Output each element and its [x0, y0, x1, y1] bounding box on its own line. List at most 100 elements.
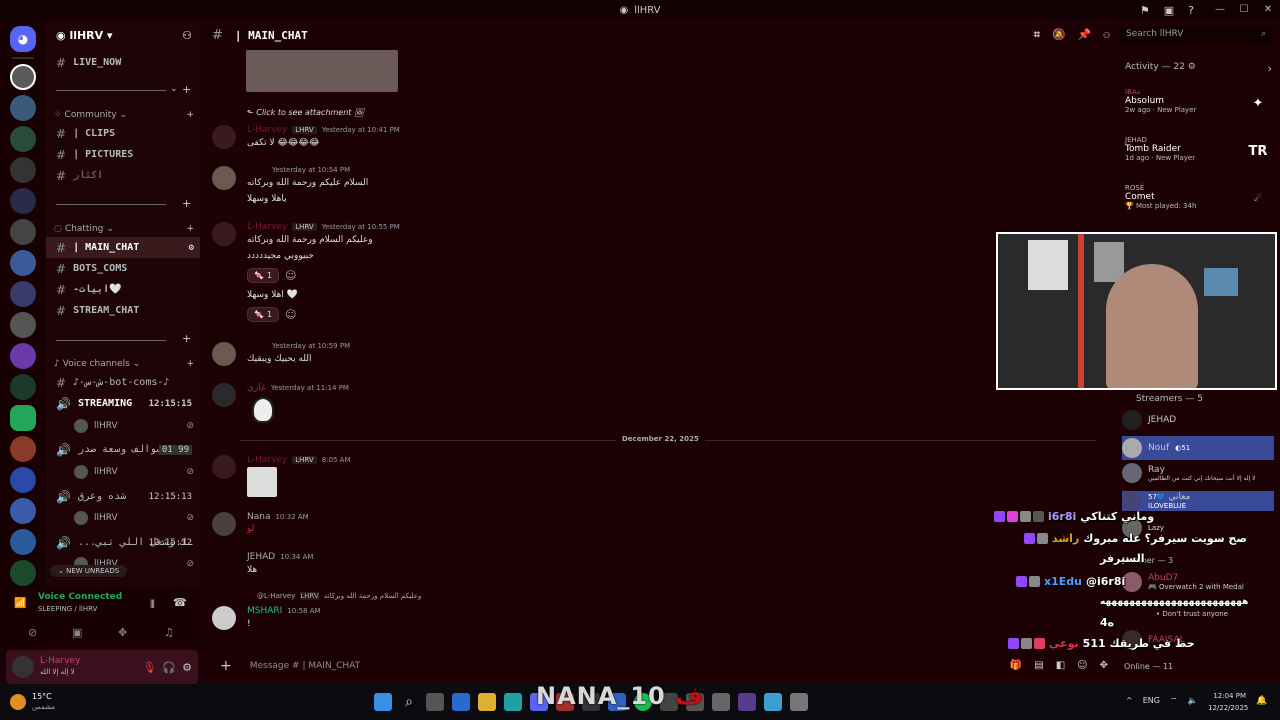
server-icon[interactable]: [10, 219, 36, 245]
clock[interactable]: 12:04 PM 12/22/2025: [1208, 690, 1248, 714]
server-icon[interactable]: [10, 157, 36, 183]
member-item[interactable]: JEHAD: [1122, 410, 1274, 430]
category-community[interactable]: ⁘ Community ⌄ +: [54, 110, 194, 120]
task-view-icon[interactable]: [426, 693, 444, 711]
message-composer[interactable]: + Message # | MAIN_CHAT 🎁 ▤ ◧ ☺ ✥: [210, 652, 1116, 680]
voice-user[interactable]: llHRV ⊘: [74, 465, 194, 479]
server-icon[interactable]: [10, 188, 36, 214]
voice-channel-shadda[interactable]: 🔊 شده وعرق 12:15:13: [46, 486, 200, 507]
screen-icon[interactable]: ▣: [1164, 4, 1174, 17]
inbox-icon[interactable]: ⚑: [1140, 4, 1150, 17]
add-channel-icon[interactable]: +: [182, 83, 191, 96]
member-item[interactable]: معاني 💙57 ILOVEBLUE: [1122, 491, 1274, 511]
headphones-icon[interactable]: 🎧: [162, 661, 176, 674]
avatar[interactable]: [212, 383, 236, 407]
avatar[interactable]: [212, 342, 236, 366]
category-chatting[interactable]: ◌ Chatting ⌄ +: [54, 224, 194, 234]
search-icon[interactable]: ⌕: [400, 693, 418, 711]
app-icon[interactable]: [738, 693, 756, 711]
image-attachment[interactable]: [246, 50, 398, 92]
channel-abyat[interactable]: # -ابيات🤍: [46, 279, 200, 300]
member-item[interactable]: Ray لا إله إلا أنت سبحانك إني كنت من الظا…: [1122, 463, 1274, 483]
settings-icon[interactable]: [790, 693, 808, 711]
channel-clips[interactable]: # | CLIPS: [46, 123, 200, 144]
add-channel-icon[interactable]: +: [186, 359, 194, 369]
channel-live-now[interactable]: # LIVE_NOW: [46, 52, 200, 73]
channel-bot-coms-voice[interactable]: # ♪-ش-س-bot-coms-♪: [46, 372, 200, 393]
voice-channel-third[interactable]: 🔊 ...ـك وشغل اللي تبي 12:15:12: [46, 532, 200, 553]
emoji-icon[interactable]: ☺: [1077, 660, 1087, 671]
chevron-right-icon[interactable]: ›: [1268, 62, 1272, 75]
voice-user[interactable]: llHRV ⊘: [74, 511, 194, 525]
add-channel-icon[interactable]: +: [186, 224, 194, 234]
member-item[interactable]: • Don't trust anyone: [1122, 610, 1274, 618]
activity-item[interactable]: IBAه Absolum 2w ago · New Player ✦: [1125, 88, 1275, 114]
notification-bell-icon[interactable]: 🔔: [1256, 696, 1267, 706]
member-list-icon[interactable]: ⚇: [1103, 28, 1110, 42]
voice-channel-streaming[interactable]: 🔊 STREAMING 12:15:15: [46, 393, 200, 414]
discord-home-icon[interactable]: ◕: [10, 26, 36, 52]
apps-icon[interactable]: ✥: [1100, 660, 1108, 671]
server-icon[interactable]: [10, 498, 36, 524]
noise-suppression-icon[interactable]: ⦀: [150, 598, 155, 612]
avatar[interactable]: [212, 606, 236, 630]
author-name[interactable]: غازي: [247, 383, 266, 393]
server-icon[interactable]: [10, 95, 36, 121]
user-settings-icon[interactable]: ⚙: [182, 661, 192, 674]
add-reaction-icon[interactable]: ☺: [285, 269, 296, 282]
activity-item[interactable]: ROSÉ Comet 🏆 Most played: 34h ☄: [1125, 184, 1275, 210]
channel-main-chat[interactable]: # | MAIN_CHAT ⚙: [46, 237, 200, 258]
app-icon[interactable]: [504, 693, 522, 711]
weather-widget[interactable]: 15°C مشمس: [10, 692, 55, 712]
channel-pictures[interactable]: # | PICTURES: [46, 144, 200, 165]
server-icon-llhrv[interactable]: [10, 64, 36, 90]
author-name[interactable]: L-Harvey: [247, 125, 287, 135]
avatar[interactable]: [212, 222, 236, 246]
server-icon[interactable]: [10, 436, 36, 462]
reaction[interactable]: 🍬 1: [247, 268, 279, 283]
avatar[interactable]: [212, 125, 236, 149]
channel-stream-chat[interactable]: # STREAM_CHAT: [46, 300, 200, 321]
server-icon[interactable]: [10, 250, 36, 276]
image-attachment[interactable]: [247, 467, 277, 497]
guild-header[interactable]: ◉ llHRV ▾ ⚇: [46, 20, 200, 50]
avatar[interactable]: [212, 552, 236, 576]
author-name[interactable]: L-Harvey: [247, 455, 287, 465]
settings-icon[interactable]: ⚙: [1188, 62, 1196, 72]
close-button[interactable]: ✕: [1256, 0, 1280, 20]
server-icon[interactable]: [10, 529, 36, 555]
member-item[interactable]: Nouf ◐51: [1122, 436, 1274, 460]
file-explorer-icon[interactable]: [478, 693, 496, 711]
author-name[interactable]: Nana: [247, 512, 270, 522]
user-avatar[interactable]: [12, 656, 34, 678]
sticker-icon[interactable]: ◧: [1056, 660, 1065, 671]
activity-item[interactable]: JEHAD Tomb Raider 1d ago · New Player TR: [1125, 136, 1275, 162]
help-icon[interactable]: ?: [1188, 4, 1194, 17]
mute-icon[interactable]: 🎙: [142, 661, 156, 674]
add-reaction-icon[interactable]: ☺: [285, 308, 296, 321]
start-icon[interactable]: [374, 693, 392, 711]
camera-off-icon[interactable]: ⊘: [28, 626, 37, 639]
server-icon[interactable]: [10, 374, 36, 400]
screen-share-icon[interactable]: ▣: [72, 626, 82, 639]
server-icon[interactable]: [10, 405, 36, 431]
settings-icon[interactable]: ⚙: [189, 243, 194, 253]
add-attachment-icon[interactable]: +: [220, 658, 232, 674]
server-icon[interactable]: [10, 560, 36, 586]
activity-icon[interactable]: ✥: [118, 626, 127, 639]
add-channel-icon[interactable]: +: [182, 197, 191, 210]
pin-icon[interactable]: 📌: [1078, 28, 1092, 42]
member-item[interactable]: AbuD7 🎮 Overwatch 2 with Medal: [1122, 572, 1274, 592]
avatar[interactable]: [212, 166, 236, 190]
voice-user[interactable]: llHRV ⊘: [74, 419, 194, 433]
add-channel-icon[interactable]: +: [186, 110, 194, 120]
app-icon[interactable]: [764, 693, 782, 711]
maximize-button[interactable]: ☐: [1232, 0, 1256, 20]
author-name[interactable]: JEHAD: [247, 552, 275, 562]
system-tray[interactable]: ^ ENG ⌔ 🔈: [1126, 696, 1197, 706]
gift-icon[interactable]: 🎁: [1010, 660, 1022, 671]
voice-channel-sawalef[interactable]: 🔊 سوالف وسعة صدر 01 99: [46, 439, 200, 460]
threads-icon[interactable]: ⌗: [1034, 28, 1040, 42]
sticker-image[interactable]: [252, 397, 274, 423]
minimize-button[interactable]: —: [1208, 0, 1232, 20]
